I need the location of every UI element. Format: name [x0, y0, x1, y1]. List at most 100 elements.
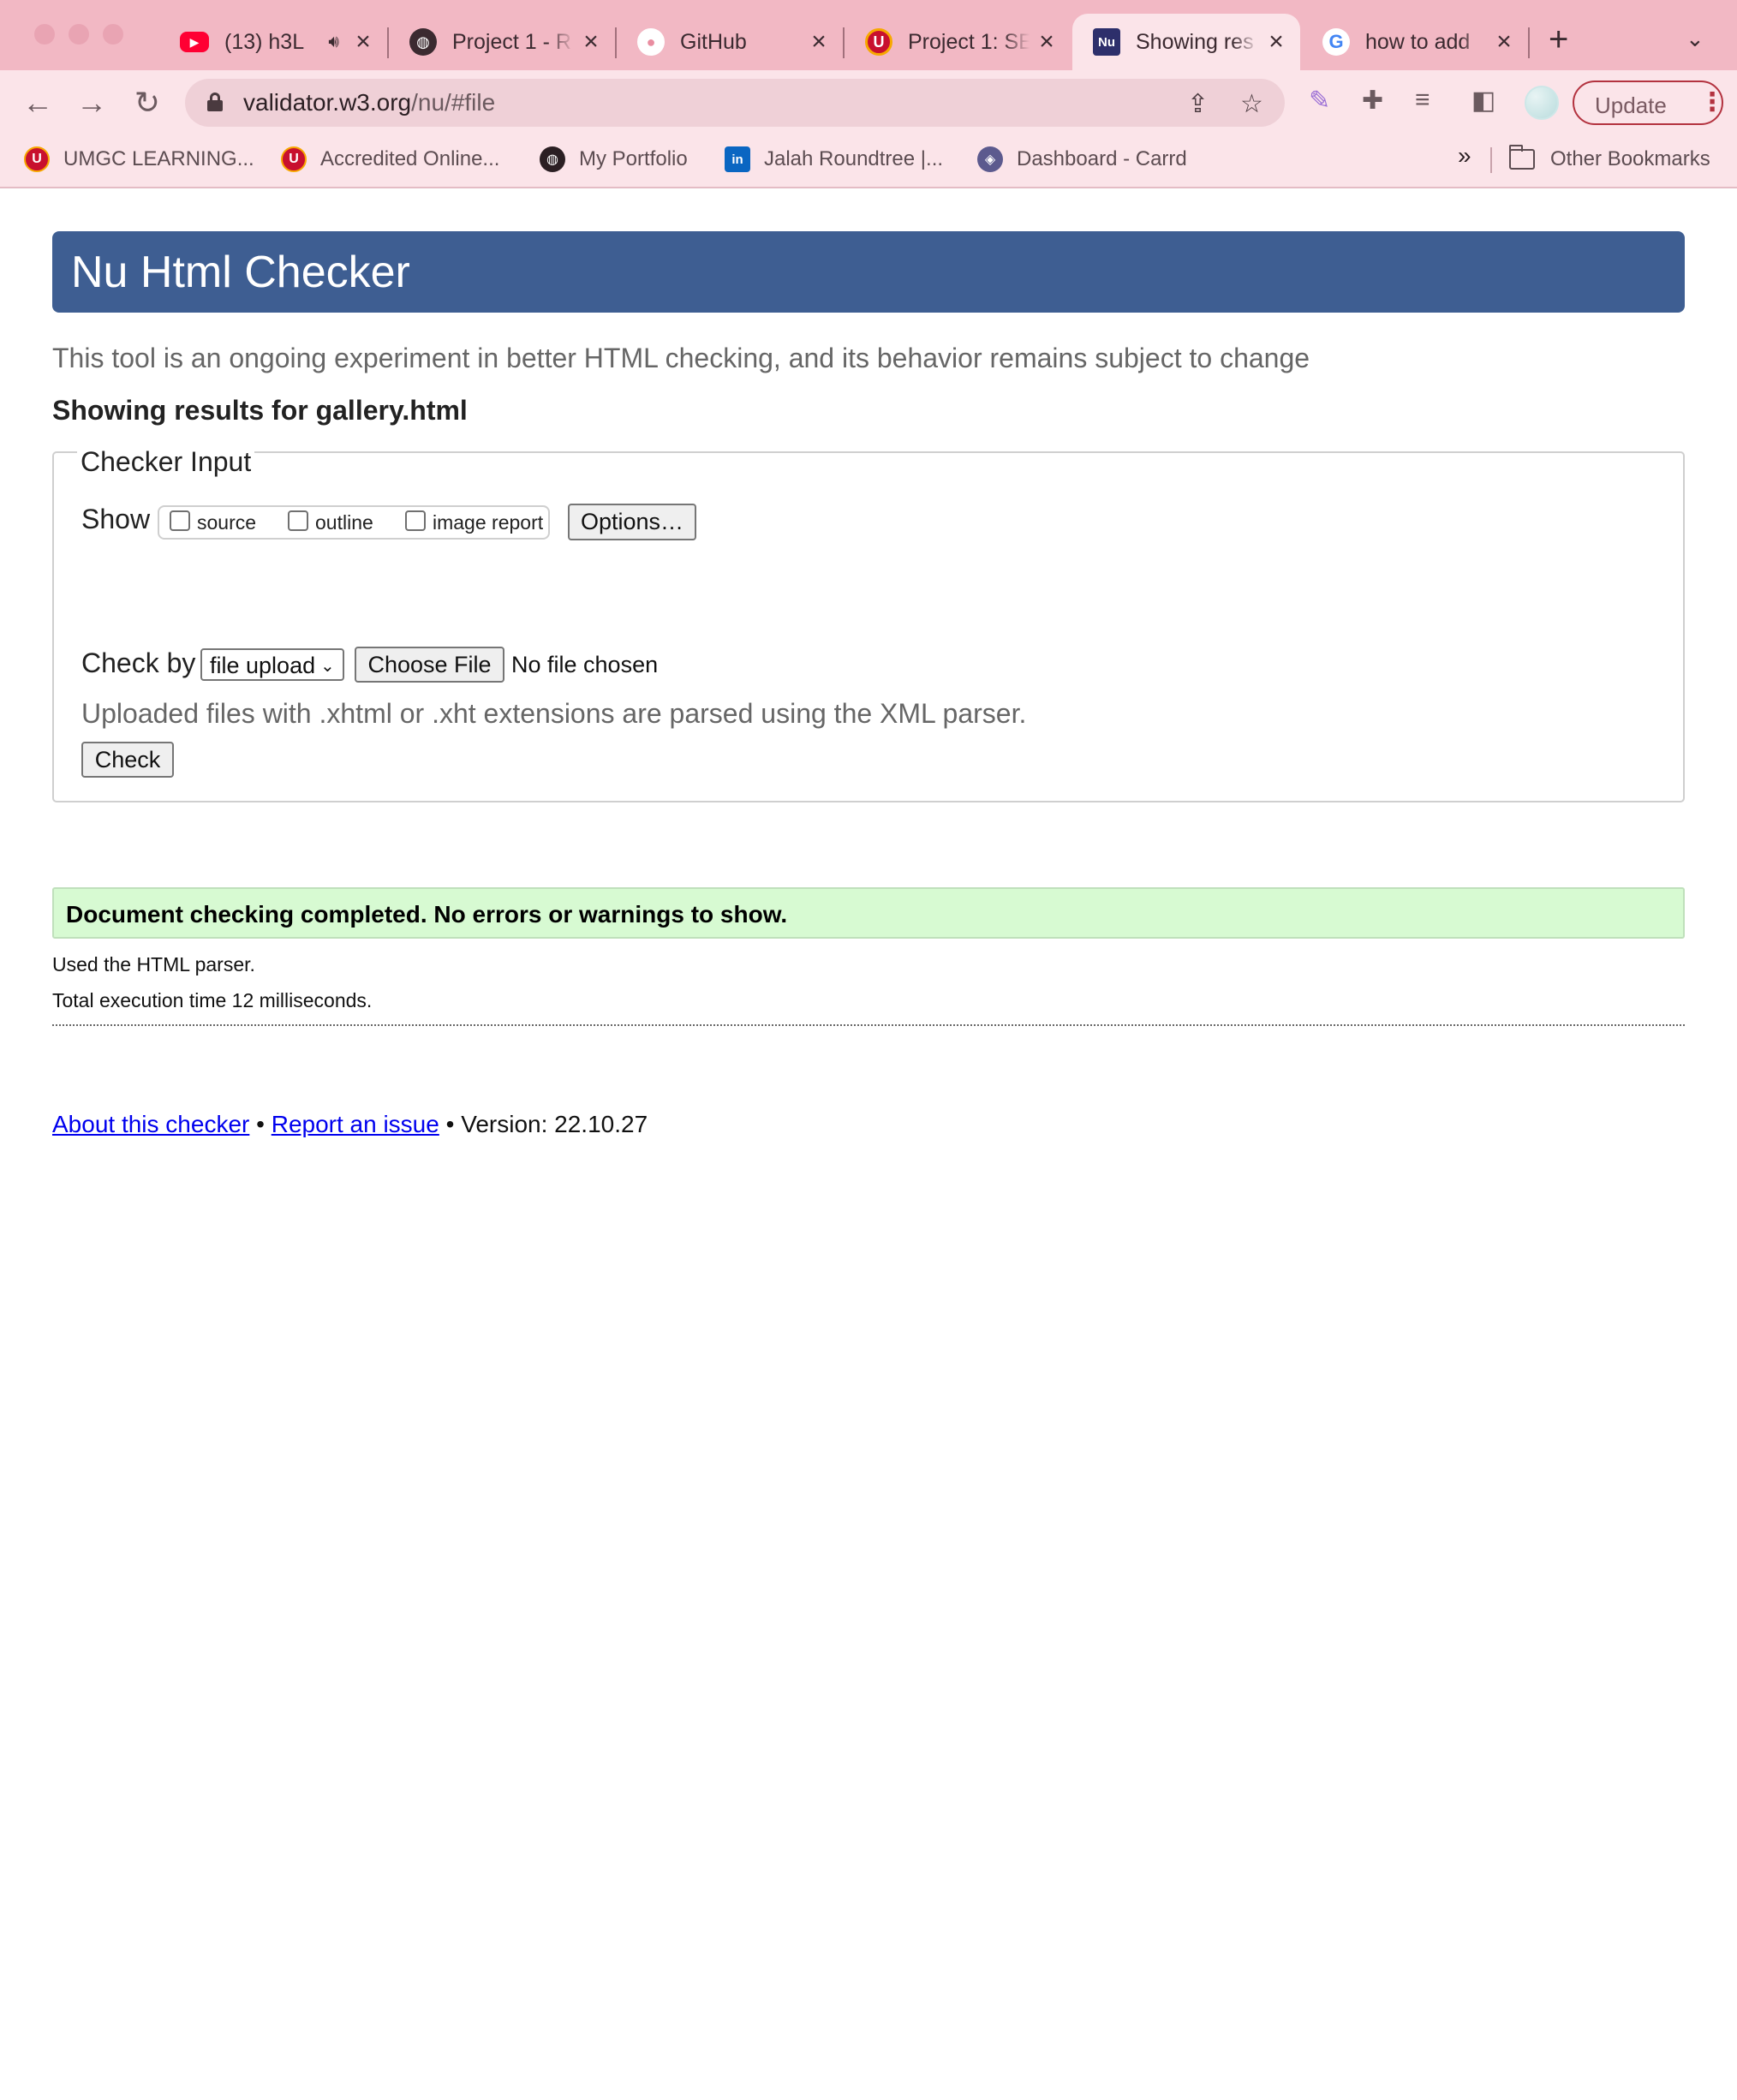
bookmark-linkedin[interactable]: in Jalah Roundtree |... — [725, 144, 943, 175]
update-button[interactable]: Update ⋮ — [1573, 81, 1725, 125]
back-arrow-icon[interactable]: ← — [19, 84, 57, 122]
tab-google-search[interactable]: G how to add × — [1302, 14, 1528, 70]
bookmark-label: Accredited Online... — [320, 147, 500, 170]
youtube-icon: ▶ — [180, 32, 209, 52]
report-issue-link[interactable]: Report an issue — [272, 1111, 439, 1137]
reload-icon[interactable]: ↻ — [128, 84, 166, 122]
window-minimize-button[interactable] — [69, 24, 89, 45]
bookmark-carrd-dashboard[interactable]: ◈ Dashboard - Carrd — [977, 144, 1187, 175]
folder-icon — [1509, 145, 1535, 170]
address-bar[interactable]: validator.w3.org/nu/#file ⇪ ☆ — [185, 79, 1285, 127]
footer: About this checker • Report an issue • V… — [52, 1111, 648, 1138]
image-report-checkbox[interactable] — [405, 510, 426, 531]
other-bookmarks-label: Other Bookmarks — [1550, 147, 1710, 170]
umgc-icon: U — [865, 28, 892, 56]
new-tab-icon[interactable]: + — [1549, 22, 1568, 57]
source-checkbox-label[interactable]: source — [197, 511, 256, 534]
close-icon[interactable]: × — [574, 27, 608, 57]
about-checker-link[interactable]: About this checker — [52, 1111, 249, 1137]
execution-time: Total execution time 12 milliseconds. — [52, 989, 373, 1011]
page-title: Nu Html Checker — [71, 248, 410, 297]
carrd-icon: ◈ — [977, 146, 1003, 172]
footer-separator: • — [445, 1111, 455, 1137]
w3c-validator-icon: Nu — [1093, 28, 1120, 56]
speaker-icon[interactable]: 🔊︎ — [328, 33, 339, 52]
tab-title: GitHub — [680, 29, 747, 54]
pen-extension-icon[interactable]: ✎ — [1309, 86, 1330, 116]
extensions-puzzle-icon[interactable]: ✚ — [1362, 86, 1383, 116]
bookmark-accredited-online[interactable]: U Accredited Online... — [281, 144, 499, 175]
bookmark-label: UMGC LEARNING... — [63, 147, 254, 170]
dotted-divider — [52, 1024, 1685, 1026]
close-icon[interactable]: × — [1487, 27, 1521, 57]
tab-title: how to add — [1365, 29, 1471, 54]
umgc-icon: U — [24, 146, 50, 172]
check-button[interactable]: Check — [81, 742, 174, 778]
window-zoom-button[interactable] — [103, 24, 123, 45]
checker-input-legend: Checker Input — [77, 446, 255, 478]
globe-icon: ◍ — [409, 28, 437, 56]
tab-title: Project 1: SE — [908, 29, 1030, 54]
bookmark-label: Dashboard - Carrd — [1017, 147, 1187, 170]
profile-avatar[interactable] — [1525, 86, 1559, 120]
tab-search-chevron-icon[interactable]: ⌄ — [1686, 26, 1704, 52]
no-file-chosen-text: No file chosen — [511, 652, 659, 677]
check-by-label: Check by — [81, 647, 196, 678]
page-header: Nu Html Checker — [52, 231, 1685, 313]
bookmark-my-portfolio[interactable]: ◍ My Portfolio — [540, 144, 688, 175]
umgc-icon: U — [281, 146, 307, 172]
forward-arrow-icon[interactable]: → — [73, 84, 110, 122]
google-icon: G — [1322, 28, 1350, 56]
url-domain: validator.w3.org — [243, 89, 412, 116]
outline-checkbox-label[interactable]: outline — [315, 511, 373, 534]
options-button[interactable]: Options… — [568, 504, 696, 540]
image-report-checkbox-label[interactable]: image report — [433, 511, 543, 534]
address-url[interactable]: validator.w3.org/nu/#file — [243, 89, 495, 116]
tab-project-1-r[interactable]: ◍ Project 1 - R × — [389, 14, 615, 70]
footer-separator: • — [256, 1111, 265, 1137]
tab-github[interactable]: ● GitHub × — [617, 14, 843, 70]
bookmark-label: Jalah Roundtree |... — [764, 147, 944, 170]
choose-file-button[interactable]: Choose File — [355, 647, 504, 683]
status-success-banner: Document checking completed. No errors o… — [52, 887, 1685, 939]
tab-project-1-se[interactable]: U Project 1: SE × — [845, 14, 1071, 70]
parser-note: Used the HTML parser. — [52, 953, 255, 975]
linkedin-icon: in — [725, 146, 750, 172]
side-panel-icon[interactable]: ◧ — [1471, 86, 1495, 116]
checker-input-fieldset — [52, 451, 1685, 802]
tab-title: Project 1 - R — [452, 29, 571, 54]
bookmark-umgc-learning[interactable]: U UMGC LEARNING... — [24, 144, 254, 175]
close-icon[interactable]: × — [802, 27, 836, 57]
source-checkbox[interactable] — [170, 510, 190, 531]
media-playlist-icon[interactable]: ≡ — [1415, 86, 1430, 115]
github-icon: ● — [637, 28, 665, 56]
close-icon[interactable]: × — [346, 27, 380, 57]
show-label: Show — [81, 504, 151, 534]
bookmark-star-icon[interactable]: ☆ — [1240, 89, 1263, 119]
close-icon[interactable]: × — [1030, 27, 1064, 57]
version-text: Version: 22.10.27 — [461, 1111, 648, 1137]
intro-text: This tool is an ongoing experiment in be… — [52, 343, 1310, 373]
close-icon[interactable]: × — [1259, 27, 1293, 57]
share-icon[interactable]: ⇪ — [1187, 89, 1209, 119]
tab-showing-results[interactable]: Nu Showing res × — [1072, 14, 1300, 70]
check-by-selected-value: file upload — [210, 653, 316, 678]
url-path: /nu/#file — [411, 89, 496, 116]
bookmark-label: My Portfolio — [579, 147, 688, 170]
tab-youtube[interactable]: ▶ (13) h3L 🔊︎ × — [159, 14, 387, 70]
update-label: Update — [1595, 92, 1667, 118]
tab-separator — [1528, 27, 1530, 58]
other-bookmarks-folder[interactable]: Other Bookmarks — [1509, 144, 1710, 175]
kebab-menu-icon[interactable]: ⋮ — [1699, 86, 1725, 120]
check-by-select[interactable]: file upload ⌄ — [200, 648, 344, 681]
more-bookmarks-chevron[interactable]: » — [1458, 142, 1471, 170]
chevron-down-icon: ⌄ — [320, 657, 335, 676]
window-close-button[interactable] — [34, 24, 55, 45]
xml-parser-note: Uploaded files with .xhtml or .xht exten… — [81, 698, 1027, 729]
lock-icon[interactable] — [207, 92, 223, 111]
outline-checkbox[interactable] — [288, 510, 308, 531]
globe-icon: ◍ — [540, 146, 565, 172]
results-heading: Showing results for gallery.html — [52, 395, 468, 426]
tab-title: Showing res — [1136, 29, 1254, 54]
tab-title: (13) h3L — [224, 29, 305, 54]
